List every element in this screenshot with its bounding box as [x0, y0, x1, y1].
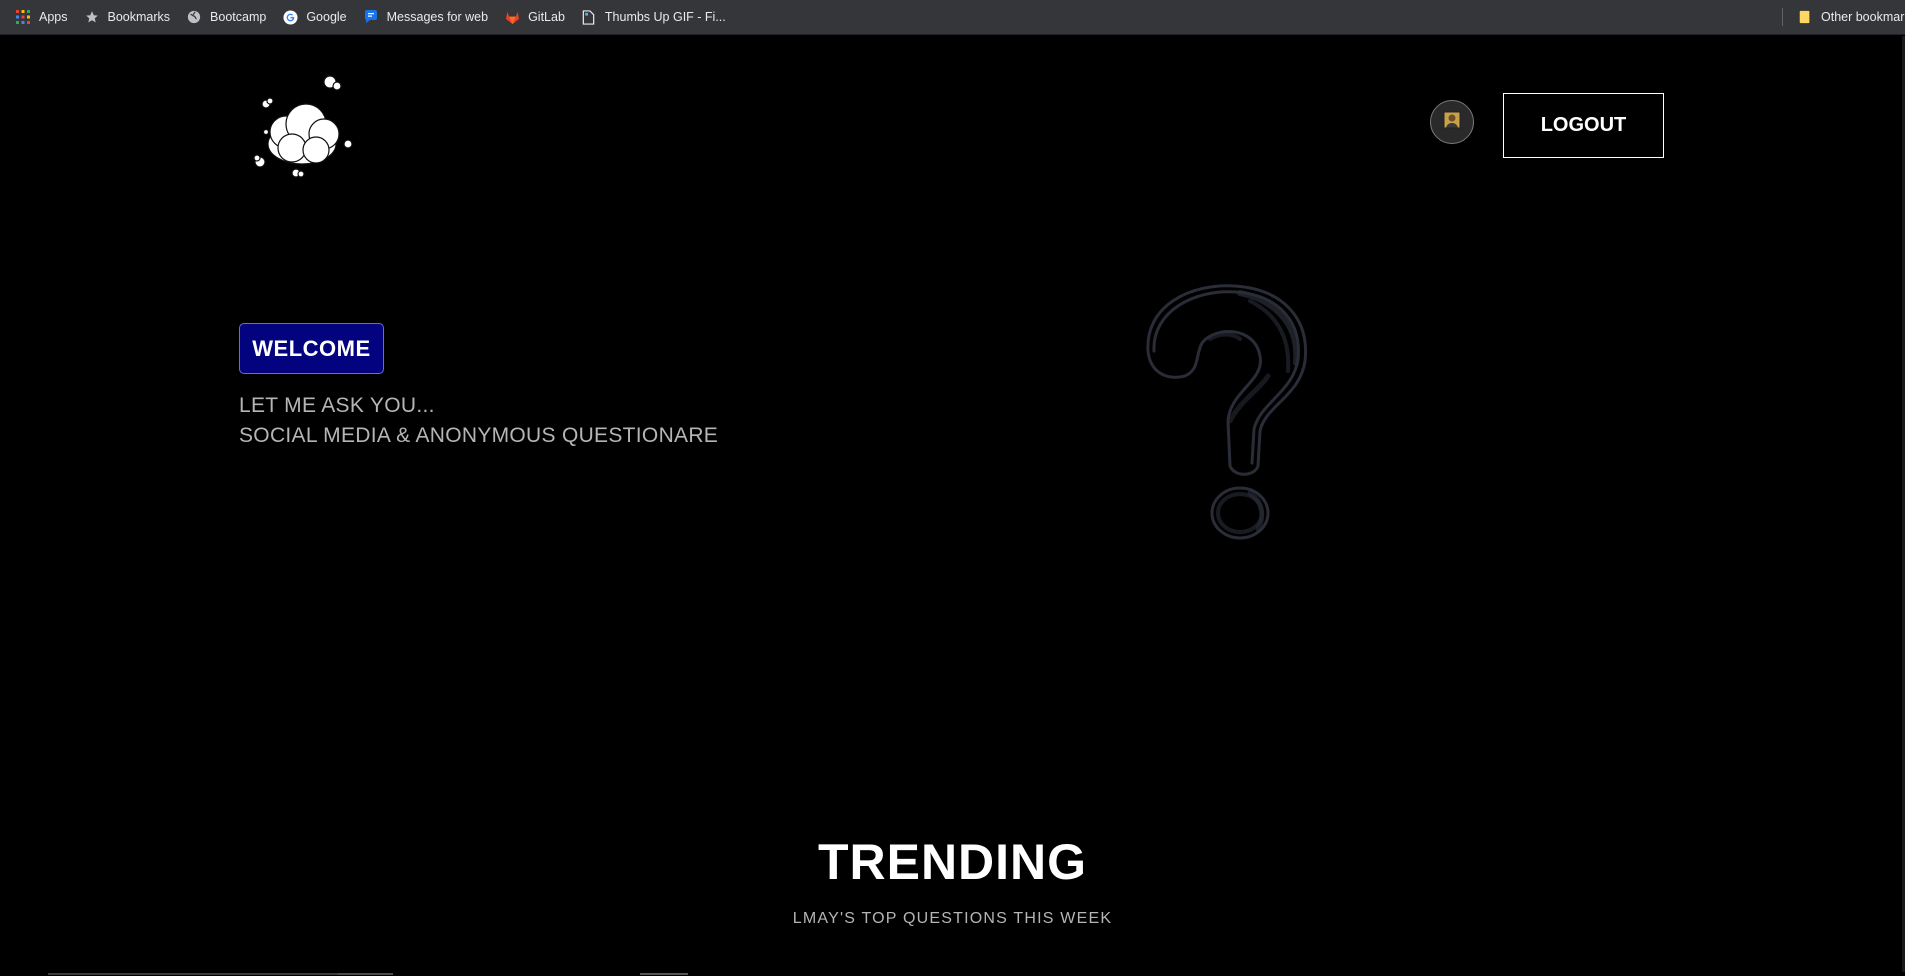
question-mark-icon [1140, 281, 1315, 546]
bookmark-label: Bootcamp [210, 10, 267, 24]
star-icon [84, 9, 100, 25]
page-content: LOGOUT WELCOME LET ME ASK YOU... SOCIAL … [0, 36, 1905, 976]
bookmark-label: Apps [39, 10, 68, 24]
bookmark-bootcamp[interactable]: Bootcamp [179, 4, 273, 30]
globe-icon [186, 9, 202, 25]
bookmark-bookmarks[interactable]: Bookmarks [77, 4, 178, 30]
hero-subtitle: SOCIAL MEDIA & ANONYMOUS QUESTIONARE [239, 424, 719, 447]
trending-title: TRENDING [817, 834, 1088, 890]
bookmark-label: Thumbs Up GIF - Fi... [604, 10, 726, 24]
bookmarks-separator [1782, 8, 1783, 26]
welcome-badge: WELCOME [239, 323, 384, 374]
gitlab-icon [504, 9, 520, 25]
user-avatar-icon [1443, 111, 1461, 134]
bookmark-messages[interactable]: Messages for web [356, 4, 495, 30]
file-icon [581, 9, 597, 25]
logout-button[interactable]: LOGOUT [1503, 93, 1664, 158]
bookmark-label: Messages for web [386, 10, 489, 24]
bookmark-label: Bookmarks [107, 10, 171, 24]
bottom-scroll-indicator [0, 972, 1905, 976]
hero-tagline: LET ME ASK YOU... [239, 394, 435, 417]
trending-subtitle: LMAY'S TOP QUESTIONS THIS WEEK [792, 910, 1113, 927]
bookmark-gitlab[interactable]: GitLab [497, 4, 572, 30]
apps-grid-icon [15, 9, 31, 25]
bookmark-label: GitLab [528, 10, 565, 24]
bookmark-apps[interactable]: Apps [8, 4, 75, 30]
cloud-logo-icon[interactable] [248, 74, 360, 178]
bookmark-label: Google [306, 10, 347, 24]
bookmark-google[interactable]: Google [275, 4, 353, 30]
google-icon [282, 9, 298, 25]
bookmark-other-bookmarks[interactable]: Other bookmarks [1790, 4, 1905, 30]
messages-icon [363, 9, 379, 25]
folder-icon [1797, 9, 1813, 25]
user-avatar-button[interactable] [1430, 100, 1474, 144]
bookmark-thumbs-up-gif[interactable]: Thumbs Up GIF - Fi... [574, 4, 733, 30]
bookmarks-bar: Apps Bookmarks Bootcamp Google Messages … [0, 0, 1905, 35]
bookmark-label: Other bookmarks [1821, 10, 1905, 24]
